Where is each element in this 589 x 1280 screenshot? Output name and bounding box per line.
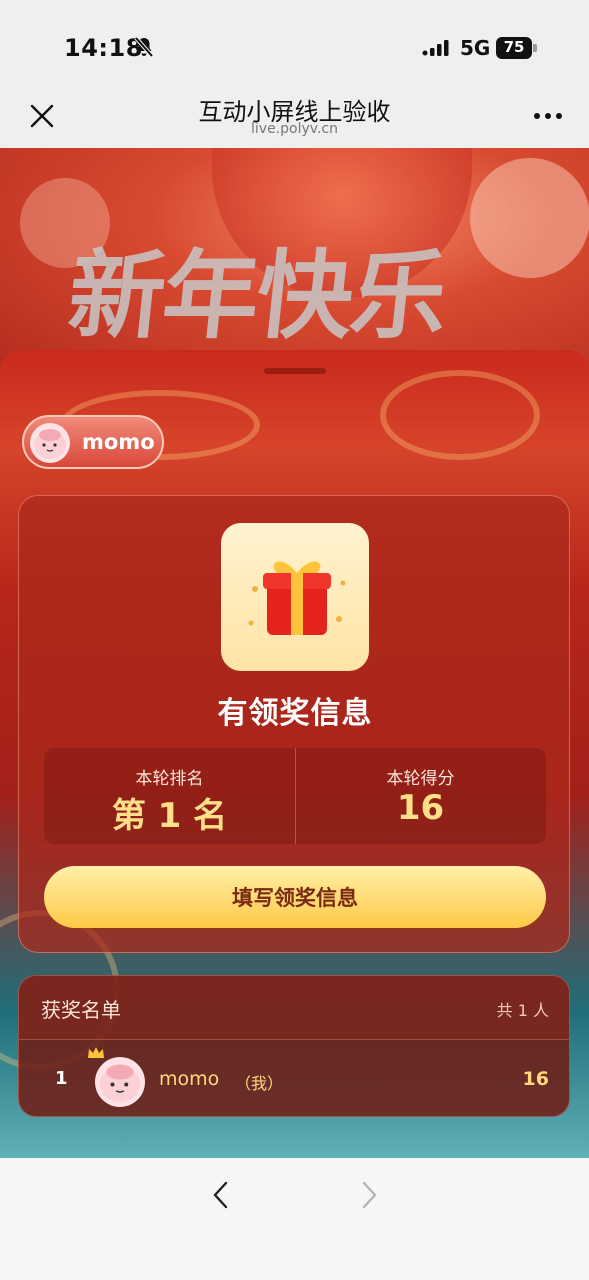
score-value: 16 (396, 788, 445, 828)
user-name: momo (82, 430, 155, 454)
gift-tile (221, 523, 369, 671)
status-bar: 14:18 5G 75 (0, 0, 589, 88)
page-url: live.polyv.cn (251, 121, 338, 137)
prize-card: 有领奖信息 本轮排名 第 1 名 本轮得分 16 填写领奖信息 (18, 495, 570, 953)
winners-header: 获奖名单 共 1 人 (19, 976, 569, 1040)
prize-sheet: momo 有领奖信息 本轮排名 第 1 名 本轮得分 16 填写领奖信息 获奖名… (0, 350, 589, 1158)
avatar (95, 1057, 145, 1107)
winner-score: 16 (522, 1068, 549, 1090)
battery-level: 75 (503, 38, 525, 56)
fill-prize-info-button[interactable]: 填写领奖信息 (44, 866, 546, 928)
bokeh-decoration (470, 158, 589, 278)
crown-icon (88, 1047, 104, 1058)
user-badge: momo (22, 415, 164, 469)
gift-icon (248, 561, 346, 635)
rank-label: 本轮排名 (135, 769, 204, 789)
rank-value: 第 1 名 (111, 796, 228, 836)
network-type: 5G (460, 36, 491, 60)
prize-title: 有领奖信息 (217, 696, 373, 731)
sheet-handle[interactable] (264, 368, 326, 374)
signal-icon (422, 40, 449, 56)
battery-body: 75 (496, 37, 532, 59)
more-icon[interactable] (532, 110, 564, 122)
battery-icon: 75 (496, 37, 538, 59)
winner-row: 1 momo （我） 16 (19, 1040, 569, 1116)
browser-toolbar (0, 1158, 589, 1280)
bell-slash-icon (134, 36, 154, 58)
score-label: 本轮得分 (386, 769, 455, 789)
winner-name: momo (159, 1068, 220, 1090)
avatar-face-icon (34, 429, 66, 459)
avatar (30, 423, 70, 463)
banner-text: 新年快乐 (63, 239, 452, 352)
winner-rank: 1 (55, 1068, 68, 1089)
round-stats: 本轮排名 第 1 名 本轮得分 16 (44, 748, 546, 844)
cloud-decoration (380, 370, 540, 460)
fill-prize-info-label: 填写领奖信息 (232, 887, 358, 910)
avatar-face-icon (100, 1064, 140, 1102)
winners-title: 获奖名单 (41, 998, 121, 1022)
new-year-banner: 新年快乐 (0, 148, 589, 378)
winners-list: 获奖名单 共 1 人 1 momo （我） 16 (18, 975, 570, 1117)
winners-count: 共 1 人 (496, 1001, 549, 1020)
winner-me-tag: （我） (235, 1074, 284, 1093)
battery-cap (533, 44, 537, 52)
back-arrow-icon[interactable] (206, 1178, 238, 1212)
web-content: 新年快乐 momo 有领奖信息 本轮排名 第 1 名 本轮得分 16 填写领奖信… (0, 148, 589, 1158)
forward-arrow-icon[interactable] (352, 1178, 384, 1212)
status-time: 14:18 (64, 34, 143, 62)
score-stat: 本轮得分 16 (295, 748, 546, 844)
browser-nav-bar: 互动小屏线上验收 live.polyv.cn (0, 88, 589, 148)
rank-stat: 本轮排名 第 1 名 (44, 748, 295, 844)
